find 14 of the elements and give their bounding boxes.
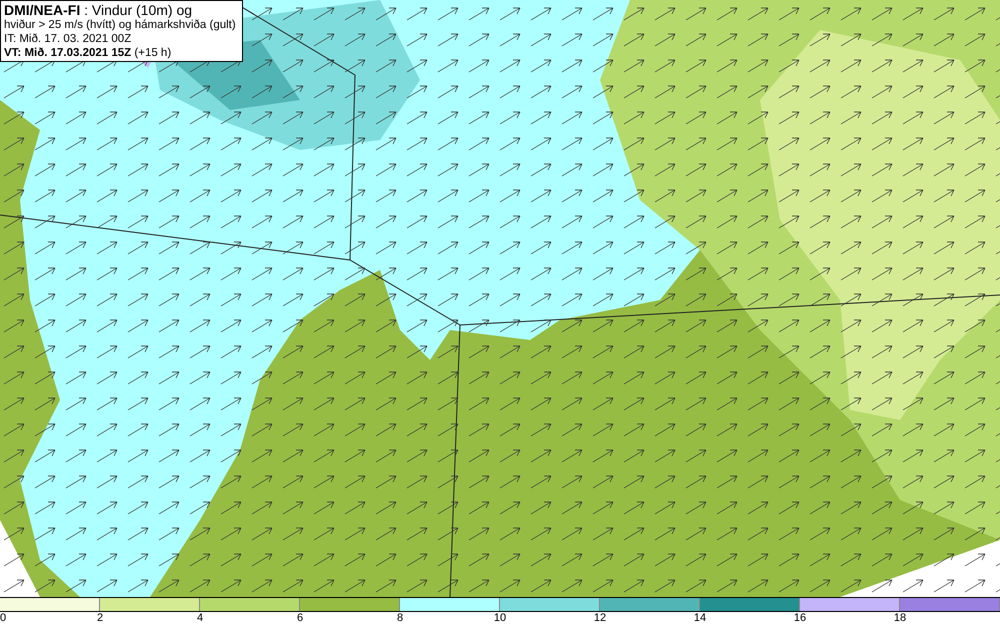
title-line: DMI/NEA-FI : Vindur (10m) og <box>4 2 194 18</box>
legend-tick-label: 14 <box>694 612 706 625</box>
legend-tick-label: 18 <box>894 612 906 625</box>
legend-tick-label: 2 <box>96 612 104 625</box>
title-line: hviður > 25 m/s (hvítt) og hámarkshviða (gult) <box>4 18 236 32</box>
legend-tick-label: 4 <box>196 612 204 625</box>
legend-tick-label: 12 <box>594 612 606 625</box>
title-line: IT: Mið. 17. 03. 2021 00Z <box>4 32 132 46</box>
legend-tick-label: 6 <box>296 612 304 625</box>
legend-tick-label: 10 <box>494 612 506 625</box>
legend-tick-label: 8 <box>396 612 404 625</box>
legend-tick-label: 16 <box>794 612 806 625</box>
legend-tick-label: 0 <box>0 612 6 625</box>
title-line: VT: Mið. 17.03.2021 15Z (+15 h) <box>4 46 172 60</box>
